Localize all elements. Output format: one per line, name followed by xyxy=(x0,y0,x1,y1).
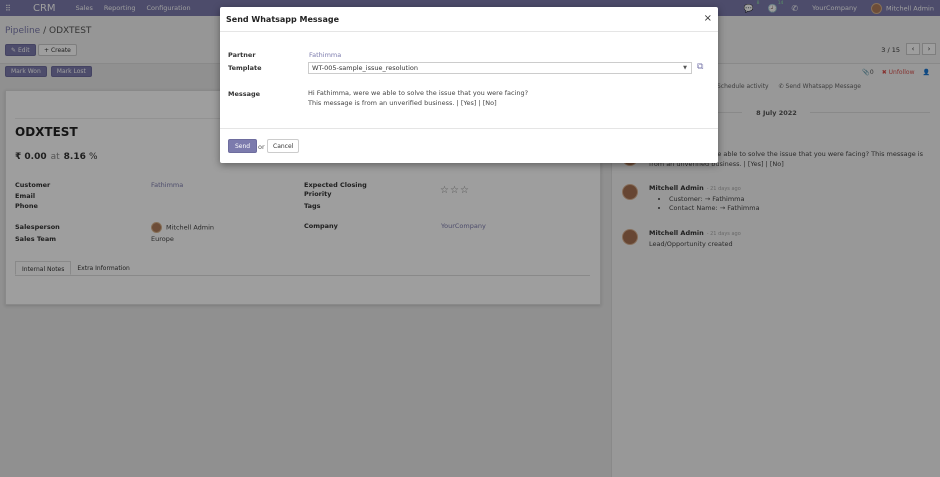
template-select[interactable]: WT-005-sample_issue_resolution ▼ xyxy=(308,62,692,74)
modal-header: Send Whatsapp Message × xyxy=(220,7,718,32)
template-select-value: WT-005-sample_issue_resolution xyxy=(312,64,418,72)
close-icon[interactable]: × xyxy=(704,13,712,24)
chevron-down-icon[interactable]: ▼ xyxy=(683,65,687,71)
message-label: Message xyxy=(228,90,261,98)
cancel-button[interactable]: Cancel xyxy=(267,139,300,153)
partner-value[interactable]: Fathimma xyxy=(309,51,341,59)
send-button[interactable]: Send xyxy=(228,139,258,153)
external-link-icon[interactable]: ⧉ xyxy=(697,62,703,72)
or-text: or xyxy=(258,143,265,151)
send-whatsapp-dialog: Send Whatsapp Message × Partner Fathimma… xyxy=(220,7,718,163)
modal-footer: Send or Cancel xyxy=(220,128,718,163)
message-text-field[interactable]: Hi Fathimma, were we able to solve the i… xyxy=(308,89,692,108)
message-line: Hi Fathimma, were we able to solve the i… xyxy=(308,89,529,97)
template-label: Template xyxy=(228,64,262,72)
modal-title: Send Whatsapp Message xyxy=(226,15,339,24)
partner-label: Partner xyxy=(228,51,256,59)
message-line: This message is from an unverified busin… xyxy=(308,98,497,107)
